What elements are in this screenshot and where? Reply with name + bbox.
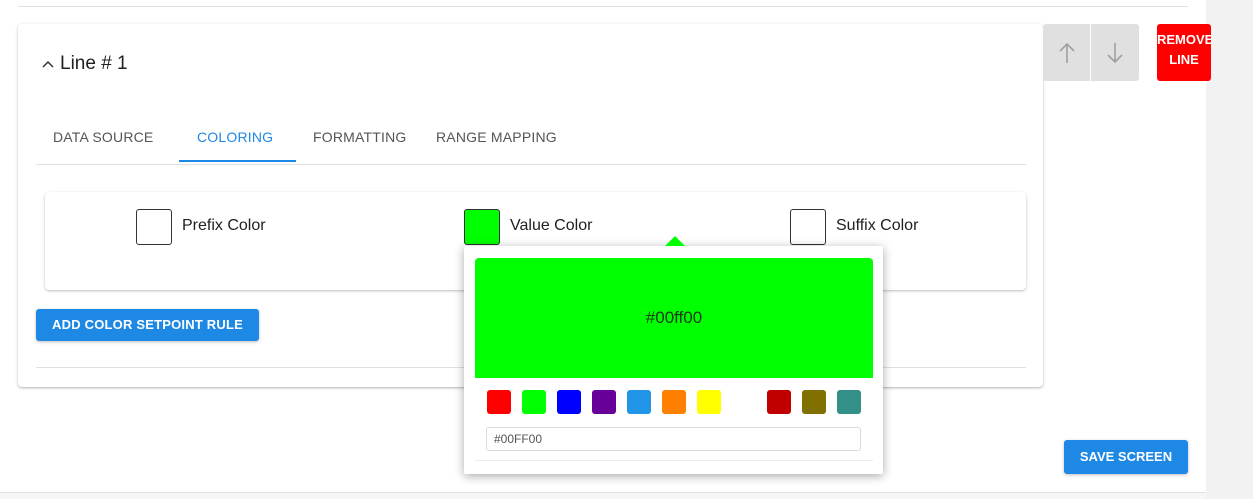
- line-title: Line # 1: [60, 53, 128, 74]
- tab-coloring[interactable]: COLORING: [197, 116, 273, 164]
- reorder-controls: [1043, 24, 1139, 81]
- color-preview: #00ff00: [475, 258, 873, 378]
- line-tabs: DATA SOURCE COLORING FORMATTING RANGE MA…: [36, 116, 1026, 165]
- add-color-setpoint-rule-button[interactable]: ADD COLOR SETPOINT RULE: [36, 309, 259, 341]
- preset-color-yellow[interactable]: [697, 390, 721, 414]
- suffix-color-swatch[interactable]: [790, 209, 826, 245]
- save-screen-button[interactable]: SAVE SCREEN: [1064, 440, 1188, 474]
- prefix-color-label: Prefix Color: [182, 217, 266, 234]
- active-tab-indicator: [179, 160, 296, 162]
- top-divider: [18, 6, 1188, 7]
- arrow-down-icon[interactable]: [1091, 24, 1138, 81]
- remove-line-label-2: LINE: [1169, 52, 1199, 67]
- tab-range-mapping[interactable]: RANGE MAPPING: [436, 116, 557, 164]
- chevron-up-icon[interactable]: [42, 55, 54, 72]
- line-header[interactable]: Line # 1: [42, 50, 128, 78]
- prefix-color-swatch[interactable]: [136, 209, 172, 245]
- value-color-label: Value Color: [510, 217, 593, 234]
- preset-color-red[interactable]: [487, 390, 511, 414]
- suffix-color-label: Suffix Color: [836, 217, 919, 234]
- picker-footer-rule: [475, 460, 873, 461]
- color-preview-hex: #00ff00: [645, 308, 703, 327]
- remove-line-button[interactable]: REMOVE LINE: [1157, 24, 1214, 81]
- remove-line-label-1: REMOVE: [1157, 32, 1214, 47]
- tab-formatting[interactable]: FORMATTING: [313, 116, 407, 164]
- value-color-swatch[interactable]: [464, 209, 500, 245]
- picker-pointer: [665, 236, 685, 246]
- preset-color-dark-red[interactable]: [767, 390, 791, 414]
- preset-color-blue[interactable]: [557, 390, 581, 414]
- tab-data-source[interactable]: DATA SOURCE: [53, 116, 153, 164]
- preset-color-light-blue[interactable]: [627, 390, 651, 414]
- arrow-up-icon[interactable]: [1043, 24, 1090, 81]
- bottom-shade: [0, 493, 1206, 499]
- preset-color-purple[interactable]: [592, 390, 616, 414]
- preset-color-green[interactable]: [522, 390, 546, 414]
- preset-color-orange[interactable]: [662, 390, 686, 414]
- right-gutter: [1206, 0, 1253, 499]
- preset-color-olive[interactable]: [802, 390, 826, 414]
- preset-color-teal[interactable]: [837, 390, 861, 414]
- hex-color-input[interactable]: [486, 427, 861, 451]
